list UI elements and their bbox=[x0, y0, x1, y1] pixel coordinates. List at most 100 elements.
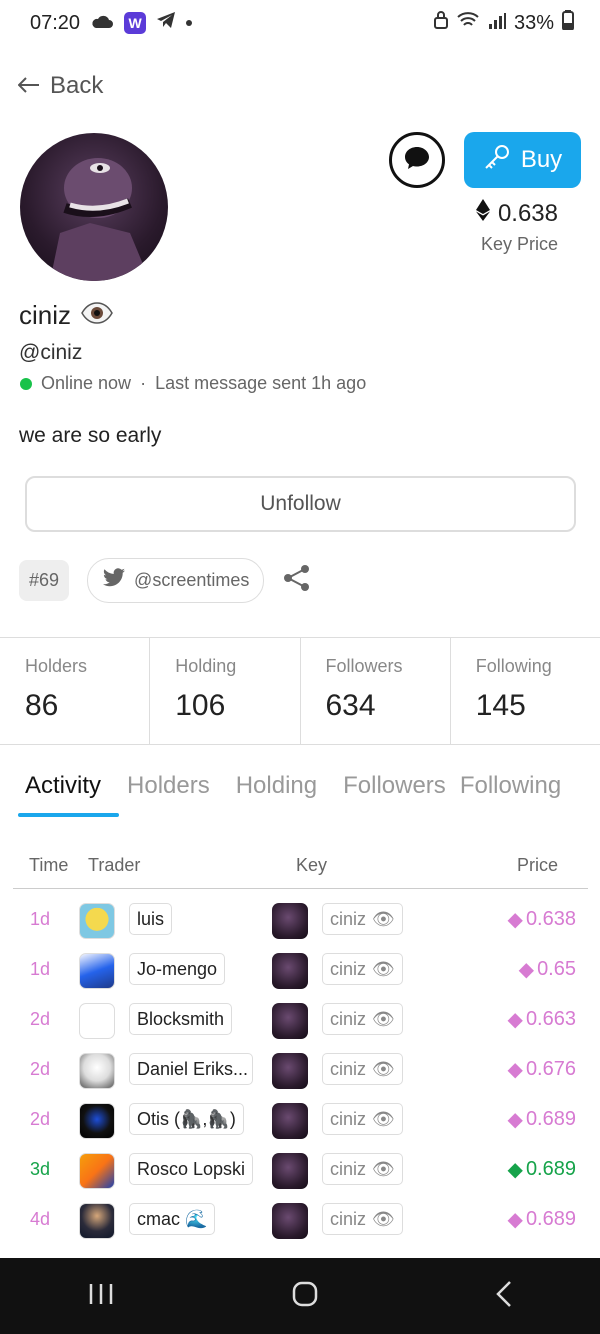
active-tab-indicator bbox=[18, 813, 119, 817]
key-chip[interactable]: ciniz 👁 bbox=[322, 1053, 403, 1085]
wifi-icon bbox=[456, 11, 480, 35]
back-label: Back bbox=[50, 72, 104, 99]
eth-icon bbox=[475, 199, 490, 228]
eth-icon: ◆ bbox=[507, 909, 523, 931]
trader-avatar bbox=[79, 1003, 115, 1039]
header-time: Time bbox=[29, 855, 69, 875]
table-row[interactable]: 2d Blocksmith ciniz 👁 ◆ 0.663 bbox=[0, 996, 600, 1046]
table-row[interactable]: 2d Daniel Eriks... ciniz 👁 ◆ 0.676 bbox=[0, 1046, 600, 1096]
table-row[interactable]: 2d Otis (🦍,🦍) ciniz 👁 ◆ 0.689 bbox=[0, 1096, 600, 1146]
stat-following[interactable]: Following 145 bbox=[451, 638, 600, 744]
message-button[interactable] bbox=[389, 132, 445, 188]
trader-name[interactable]: Daniel Eriks... bbox=[129, 1053, 253, 1085]
back-nav-icon[interactable] bbox=[495, 1280, 512, 1313]
buy-button[interactable]: Buy bbox=[464, 132, 581, 188]
table-divider bbox=[13, 888, 588, 889]
table-row[interactable]: 1d luis ciniz 👁 ◆ 0.638 bbox=[0, 896, 600, 946]
profile-handle: @ciniz bbox=[19, 341, 83, 364]
back-button[interactable]: Back bbox=[17, 72, 104, 100]
stat-followers[interactable]: Followers 634 bbox=[301, 638, 451, 744]
trader-name[interactable]: Otis (🦍,🦍) bbox=[129, 1103, 244, 1135]
stat-value: 634 bbox=[325, 689, 376, 722]
price-value: 0.676 bbox=[525, 1058, 576, 1080]
tab-holding[interactable]: Holding bbox=[236, 772, 317, 800]
row-price: ◆ 0.663 bbox=[508, 1007, 576, 1032]
key-chip[interactable]: ciniz 👁 bbox=[322, 1153, 403, 1185]
row-time: 1d bbox=[30, 909, 51, 929]
eye-icon: 👁 bbox=[372, 908, 395, 929]
eth-icon: ◆ bbox=[507, 1009, 523, 1031]
price-value: 0.663 bbox=[525, 1008, 576, 1030]
row-price: ◆ 0.638 bbox=[508, 907, 576, 932]
recent-apps-icon[interactable] bbox=[88, 1282, 114, 1311]
stat-label: Holding bbox=[175, 656, 237, 676]
key-avatar bbox=[272, 1053, 308, 1089]
trader-avatar bbox=[79, 953, 115, 989]
profile-name-text: ciniz bbox=[19, 300, 72, 330]
table-row[interactable]: 3d Rosco Lopski ciniz 👁 ◆ 0.689 bbox=[0, 1146, 600, 1196]
chat-bubble-icon bbox=[403, 145, 431, 176]
trader-name[interactable]: Rosco Lopski bbox=[129, 1153, 253, 1185]
key-avatar bbox=[272, 1153, 308, 1189]
row-time: 4d bbox=[30, 1209, 51, 1229]
key-name: ciniz bbox=[330, 1008, 367, 1029]
eth-icon: ◆ bbox=[518, 959, 535, 981]
key-price-value: 0.638 bbox=[497, 199, 558, 227]
online-text: Online now bbox=[41, 373, 132, 393]
eye-icon: 👁 bbox=[372, 958, 395, 979]
trader-name[interactable]: luis bbox=[129, 903, 173, 935]
twitter-link[interactable]: @screentimes bbox=[87, 558, 265, 603]
tab-followers[interactable]: Followers bbox=[343, 772, 446, 800]
key-icon bbox=[483, 143, 511, 178]
stat-holders[interactable]: Holders 86 bbox=[0, 638, 151, 744]
stat-label: Followers bbox=[325, 656, 403, 676]
stat-value: 86 bbox=[25, 689, 59, 722]
eth-icon: ◆ bbox=[507, 1059, 523, 1081]
eth-icon: ◆ bbox=[507, 1109, 523, 1131]
unfollow-button[interactable]: Unfollow bbox=[25, 476, 576, 532]
separator: · bbox=[140, 373, 147, 393]
notification-dot-icon bbox=[186, 20, 193, 26]
key-chip[interactable]: ciniz 👁 bbox=[322, 1103, 403, 1135]
key-name: ciniz bbox=[330, 958, 367, 979]
tab-following[interactable]: Following bbox=[460, 772, 561, 800]
share-icon[interactable] bbox=[282, 563, 312, 598]
price-value: 0.638 bbox=[525, 908, 576, 930]
key-chip[interactable]: ciniz 👁 bbox=[322, 903, 403, 935]
eye-icon: 👁 bbox=[372, 1058, 395, 1079]
lock-icon bbox=[433, 11, 448, 35]
key-chip[interactable]: ciniz 👁 bbox=[322, 1203, 403, 1235]
home-icon[interactable] bbox=[291, 1280, 319, 1313]
price-value: 0.689 bbox=[525, 1158, 576, 1180]
key-avatar bbox=[272, 1003, 308, 1039]
key-price: 0.638 bbox=[475, 199, 558, 228]
profile-bio: we are so early bbox=[19, 424, 162, 447]
row-price: ◆ 0.676 bbox=[508, 1057, 576, 1082]
trader-name[interactable]: Blocksmith bbox=[129, 1003, 233, 1035]
header-trader: Trader bbox=[88, 855, 141, 875]
trader-avatar bbox=[79, 1103, 115, 1139]
trader-avatar bbox=[79, 903, 115, 939]
stat-value: 106 bbox=[175, 689, 226, 722]
tab-holders[interactable]: Holders bbox=[127, 772, 210, 800]
trader-name[interactable]: cmac 🌊 bbox=[129, 1203, 216, 1235]
stat-holding[interactable]: Holding 106 bbox=[150, 638, 301, 744]
tab-activity[interactable]: Activity bbox=[25, 772, 101, 800]
header-key: Key bbox=[296, 855, 328, 875]
key-chip[interactable]: ciniz 👁 bbox=[322, 1003, 403, 1035]
battery-icon bbox=[562, 10, 574, 36]
trader-name[interactable]: Jo-mengo bbox=[129, 953, 226, 985]
table-row[interactable]: 4d cmac 🌊 ciniz 👁 ◆ 0.689 bbox=[0, 1196, 600, 1246]
tab-bar: Activity Holders Holding Followers Follo… bbox=[25, 772, 587, 800]
key-name: ciniz bbox=[330, 908, 367, 929]
twitter-handle: @screentimes bbox=[134, 570, 250, 590]
table-row[interactable]: 1d Jo-mengo ciniz 👁 ◆ 0.65 bbox=[0, 946, 600, 996]
signal-icon bbox=[488, 12, 506, 35]
stats-row: Holders 86 Holding 106 Followers 634 Fol… bbox=[0, 637, 600, 745]
key-chip[interactable]: ciniz 👁 bbox=[322, 953, 403, 985]
status-time: 07:20 bbox=[30, 11, 81, 34]
row-price: ◆ 0.689 bbox=[508, 1107, 576, 1132]
eth-icon: ◆ bbox=[507, 1209, 523, 1231]
profile-name: ciniz bbox=[19, 300, 113, 331]
row-time: 2d bbox=[30, 1059, 51, 1079]
